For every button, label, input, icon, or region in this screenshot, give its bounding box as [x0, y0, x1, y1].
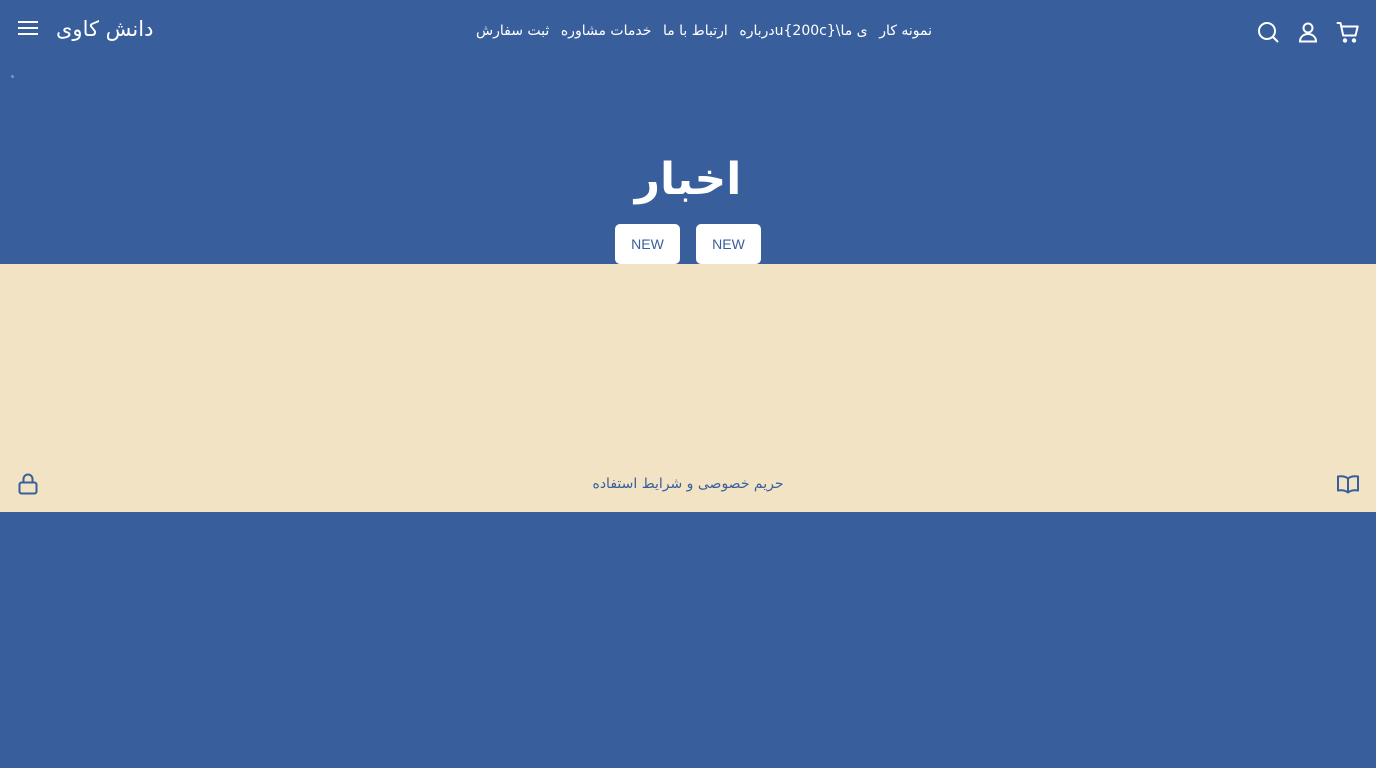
decorative-dot [11, 75, 14, 78]
footer-bar: حریم خصوصی و شرایط استفاده [0, 472, 1376, 496]
menu-icon[interactable] [18, 18, 38, 38]
nav-item-order[interactable]: ثبت سفارش [476, 20, 549, 42]
privacy-terms-label[interactable]: حریم خصوصی و شرایط استفاده [592, 476, 783, 492]
tag-new-button[interactable]: NEW [615, 224, 680, 264]
privacy-terms-link[interactable]: حریم خصوصی و شرایط استفاده [0, 473, 1376, 495]
search-icon[interactable] [1256, 20, 1280, 44]
account-icon[interactable] [1296, 20, 1320, 44]
main-nav: ثبت سفارش خدمات مشاوره ارتباط با ما ی ما… [476, 20, 932, 42]
cart-icon[interactable] [1336, 20, 1360, 44]
nav-item-about[interactable]: ی ما\u{200c}درباره [739, 20, 867, 42]
nav-item-portfolio[interactable]: نمونه کار [879, 20, 932, 42]
book-icon[interactable] [1336, 472, 1360, 496]
nav-item-consulting[interactable]: خدمات مشاوره [561, 20, 652, 42]
tag-new-button[interactable]: NEW [696, 224, 761, 264]
site-logo[interactable]: دانش کاوی [56, 15, 153, 43]
site-header: دانش کاوی ثبت سفارش خدمات مشاوره ارتباط … [0, 0, 1376, 64]
page-title: اخبار [634, 154, 742, 205]
page: دانش کاوی ثبت سفارش خدمات مشاوره ارتباط … [0, 0, 1376, 768]
tag-row: NEW NEW [0, 224, 1376, 264]
header-actions [1256, 20, 1360, 44]
nav-item-contact[interactable]: ارتباط با ما [663, 20, 728, 42]
